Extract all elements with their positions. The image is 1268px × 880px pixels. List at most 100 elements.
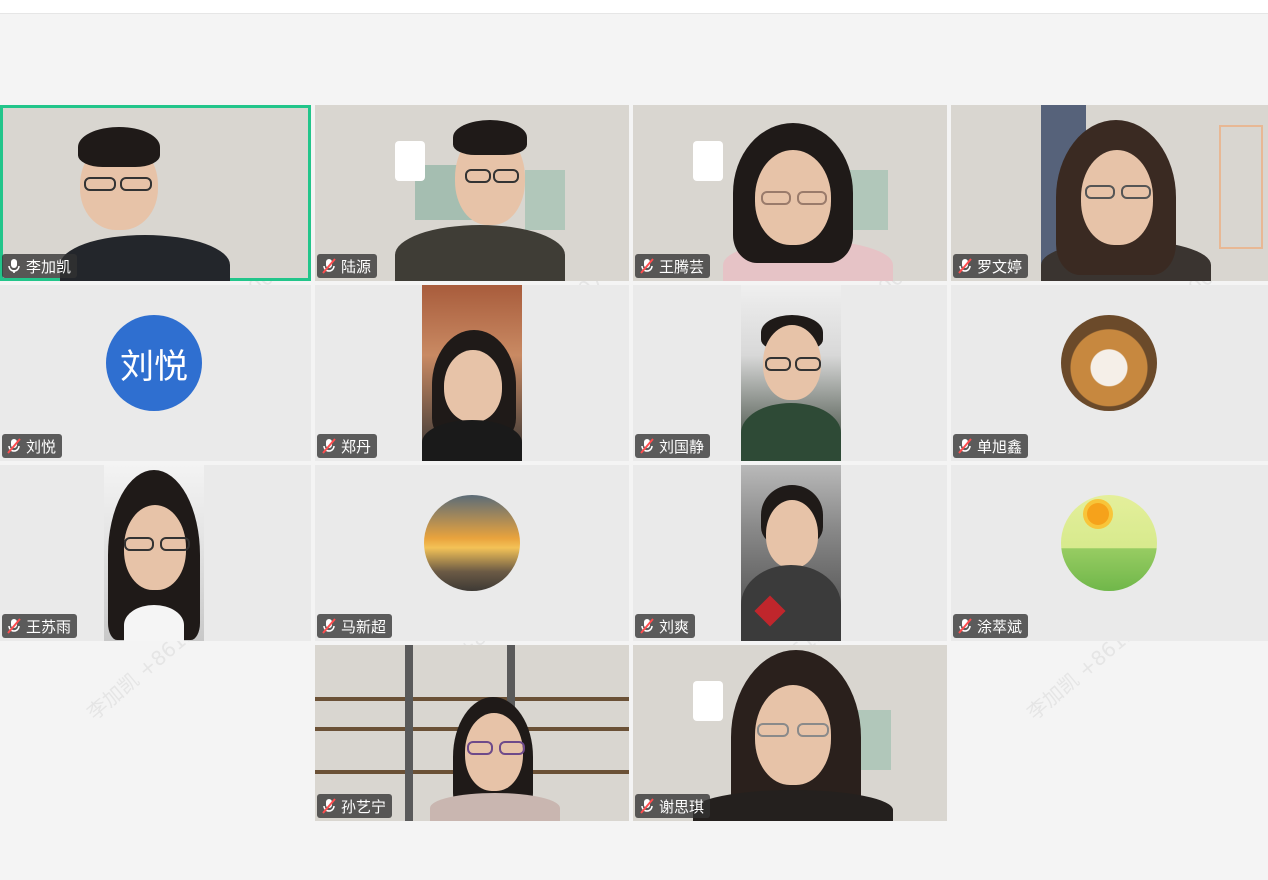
name-tag: 刘国静: [635, 434, 711, 458]
wall-painting: [525, 170, 565, 230]
glasses: [84, 177, 116, 191]
mic-muted-icon: [958, 618, 972, 634]
name-tag: 王腾芸: [635, 254, 711, 278]
shelf-pole: [405, 645, 413, 821]
name-tag: 郑丹: [317, 434, 378, 458]
participant-name: 谢思琪: [659, 797, 705, 816]
person-body: [693, 790, 893, 821]
glasses: [160, 537, 190, 551]
glasses: [797, 191, 827, 205]
glasses: [124, 537, 154, 551]
portrait-video: [741, 285, 841, 461]
participant-name: 单旭鑫: [977, 437, 1023, 456]
participant-name: 刘爽: [659, 617, 690, 636]
mic-muted-icon: [322, 798, 336, 814]
person-body: [741, 403, 841, 461]
wall-painting: [848, 170, 888, 230]
name-tag: 孙艺宁: [317, 794, 393, 818]
sun-shape: [1087, 503, 1109, 525]
portrait-video: [741, 465, 841, 641]
participant-name: 罗文婷: [977, 257, 1023, 276]
avatar: 刘悦: [106, 315, 202, 411]
glasses: [499, 741, 525, 755]
participant-tile-sunyining[interactable]: 孙艺宁: [315, 645, 629, 821]
mic-muted-icon: [640, 618, 654, 634]
sun-cartoon-icon: [1061, 495, 1157, 591]
glasses: [765, 357, 791, 371]
mic-muted-icon: [322, 258, 336, 274]
participant-name: 李加凯: [26, 257, 72, 276]
name-tag: 刘悦: [2, 434, 63, 458]
name-tag: 李加凯: [2, 254, 78, 278]
glasses: [797, 723, 829, 737]
participant-tile-lijiakai[interactable]: 李加凯: [0, 105, 311, 281]
portrait-video: [104, 465, 204, 641]
glasses: [1121, 185, 1151, 199]
mic-on-icon: [8, 259, 20, 273]
name-tag: 王苏雨: [2, 614, 78, 638]
participant-tile-maxinchao[interactable]: 马新超: [315, 465, 629, 641]
name-tag: 罗文婷: [953, 254, 1029, 278]
participant-name: 郑丹: [341, 437, 372, 456]
person-body: [124, 605, 184, 641]
participant-tile-tucuibin[interactable]: 涂萃斌: [951, 465, 1268, 641]
mic-muted-icon: [322, 618, 336, 634]
participant-tile-liuguojing[interactable]: 刘国静: [633, 285, 947, 461]
person-body: [430, 793, 560, 821]
mic-muted-icon: [640, 798, 654, 814]
participant-name: 涂萃斌: [977, 617, 1023, 636]
name-tag: 陆源: [317, 254, 378, 278]
glasses: [757, 723, 789, 737]
person-hair: [453, 120, 527, 155]
participant-tile-zhengdan[interactable]: 郑丹: [315, 285, 629, 461]
participant-tile-luyuan[interactable]: 陆源: [315, 105, 629, 281]
name-tag: 单旭鑫: [953, 434, 1029, 458]
mic-muted-icon: [640, 438, 654, 454]
portrait-video: [422, 285, 522, 461]
person-head: [444, 350, 502, 422]
participant-name: 陆源: [341, 257, 372, 276]
lamp: [395, 141, 425, 181]
glasses: [120, 177, 152, 191]
participant-tile-shanxuxin[interactable]: 单旭鑫: [951, 285, 1268, 461]
shelf-board: [315, 697, 629, 701]
lamp: [693, 141, 723, 181]
name-tag: 马新超: [317, 614, 393, 638]
top-bar: [0, 0, 1268, 14]
mic-muted-icon: [322, 438, 336, 454]
person-body: [422, 420, 522, 461]
participant-name: 王苏雨: [26, 617, 72, 636]
dog-photo-icon: [1061, 315, 1157, 411]
participant-name: 王腾芸: [659, 257, 705, 276]
name-tag: 刘爽: [635, 614, 696, 638]
participant-name: 孙艺宁: [341, 797, 387, 816]
shelf: [1219, 125, 1263, 249]
mic-muted-icon: [640, 258, 654, 274]
glasses: [465, 169, 491, 183]
participant-tile-xiesiqi[interactable]: 谢思琪: [633, 645, 947, 821]
participant-tile-liushuang[interactable]: 刘爽: [633, 465, 947, 641]
sunset-photo-icon: [424, 495, 520, 591]
person-head: [766, 500, 818, 568]
glasses: [493, 169, 519, 183]
participant-tile-wangsuyu[interactable]: 王苏雨: [0, 465, 311, 641]
participant-tile-wangtengyun[interactable]: 王腾芸: [633, 105, 947, 281]
person-body: [395, 225, 565, 281]
mic-muted-icon: [958, 438, 972, 454]
participant-name: 刘悦: [26, 437, 57, 456]
glasses: [795, 357, 821, 371]
glasses: [1085, 185, 1115, 199]
name-tag: 涂萃斌: [953, 614, 1029, 638]
participant-name: 马新超: [341, 617, 387, 636]
person-body: [741, 565, 841, 641]
participant-tile-luowenting[interactable]: 罗文婷: [951, 105, 1268, 281]
mic-muted-icon: [958, 258, 972, 274]
glasses: [761, 191, 791, 205]
mic-muted-icon: [7, 438, 21, 454]
name-tag: 谢思琪: [635, 794, 711, 818]
participant-name: 刘国静: [659, 437, 705, 456]
participant-tile-liuyue[interactable]: 刘悦 刘悦: [0, 285, 311, 461]
lamp: [693, 681, 723, 721]
person-body: [60, 235, 230, 281]
mic-muted-icon: [7, 618, 21, 634]
